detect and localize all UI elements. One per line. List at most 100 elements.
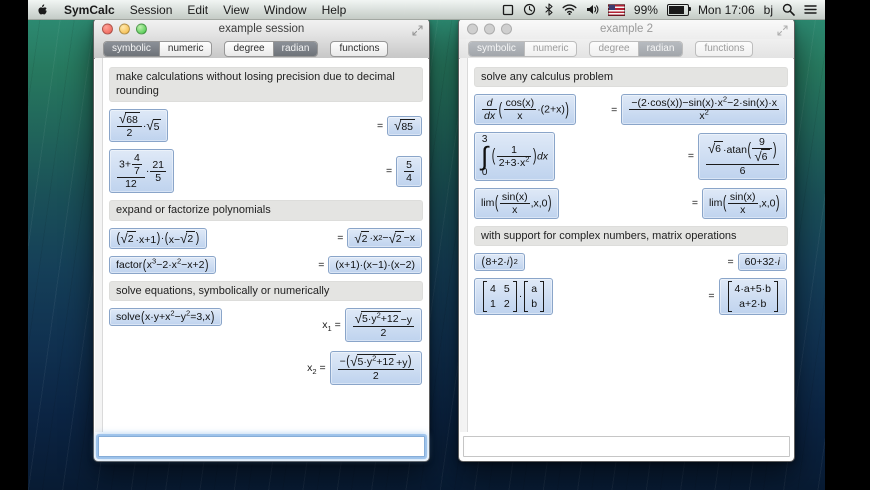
expression-result-box[interactable]: 60+32· i [737,252,787,271]
segment-symbolic[interactable]: symbolic [104,41,160,56]
functions-button-wrap: functions [330,40,389,57]
segment-numeric[interactable]: numeric [160,42,212,56]
menubar-clock[interactable]: Mon 17:06 [698,3,755,17]
window-example-session: example session symbolic numeric degree … [93,18,430,462]
segment-degree[interactable]: degree [590,41,639,56]
expression-row: (√ 2 ·x+1) ·(x− √ 2) = √ 2 ·x 2− √ 2 −x [109,227,423,249]
section-header: solve equations, symbolically or numeric… [109,280,423,301]
result: = lim(sin(x) x ,x,0) [691,187,787,219]
titlebar[interactable]: example 2 [459,19,794,39]
expression-input-box[interactable]: 3+ 4 7 12 · 21 5 [109,149,175,194]
menu-edit[interactable]: Edit [187,3,208,17]
functions-button[interactable]: functions [696,42,752,56]
results: = 60+32· i [727,252,787,271]
expression-result-box[interactable]: 4·a+5·b a+2·b [718,277,787,315]
wifi-icon[interactable] [562,4,577,15]
result-prefix: = [318,258,325,271]
close-button[interactable] [102,23,113,35]
volume-icon[interactable] [586,4,599,15]
fullscreen-icon[interactable] [777,23,788,41]
menu-help[interactable]: Help [322,3,347,17]
segment-numeric[interactable]: numeric [525,42,577,56]
zoom-button[interactable] [501,23,512,35]
expression-row: factor(x3−2·x2−x+2) = (x+1)·(x−1)·(x−2) [109,255,423,274]
results: = 4·a+5·b a+2·b [708,277,787,315]
menu-app-name[interactable]: SymCalc [64,3,115,17]
mode-segment: symbolic numeric [468,40,578,57]
result: = √ 6 ·atan(9 √ 6) 6 [687,132,787,180]
result-prefix: = [691,197,698,210]
result: x2 = −(√ 5·y2+12 +y) 2 [307,350,422,385]
expression-input-box[interactable]: (8+2·i) 2 [474,252,525,271]
minimize-button[interactable] [484,23,495,35]
result-prefix: = [727,255,734,268]
functions-button[interactable]: functions [331,42,387,56]
menu-session[interactable]: Session [130,3,173,17]
expression-result-box[interactable]: √ 6 ·atan(9 √ 6) 6 [697,132,787,180]
list-icon[interactable] [804,4,817,15]
shape-icon[interactable] [502,4,514,16]
menu-window[interactable]: Window [264,3,307,17]
time-machine-icon[interactable] [523,3,536,16]
expression-input-box[interactable]: lim(sin(x) x ,x,0) [474,187,560,219]
expression-input-box[interactable]: (√ 2 ·x+1) ·(x− √ 2) [109,227,207,249]
expression-row: lim(sin(x) x ,x,0) = lim(sin(x) x ,x,0) [474,187,788,219]
expression-input-box[interactable]: factor(x3−2·x2−x+2) [109,255,216,274]
result: x1 = √ 5·y2+12 −y 2 [322,307,422,342]
expression-row: 3+ 4 7 12 · 21 5 = 5 4 [109,149,423,194]
result-prefix: = [611,103,618,116]
expression-result-box[interactable]: lim(sin(x) x ,x,0) [701,187,787,219]
menu-view[interactable]: View [223,3,249,17]
expression-input[interactable] [98,436,425,457]
expression-result-box[interactable]: (x+1)·(x−1)·(x−2) [328,255,422,274]
battery-icon[interactable] [666,3,691,16]
expression-row: 4 5 1 2 · a b = 4·a+5·b a+2·b [474,277,788,315]
toolbar: symbolic numeric degree radian functions [459,39,794,59]
expression-row: 3 ∫ 0(1 2+3·x2) dx = √ 6 ·atan(9 √ 6) 6 [474,132,788,181]
expression-input-box[interactable]: 3 ∫ 0(1 2+3·x2) dx [474,132,556,181]
result: = 5 4 [386,155,422,187]
apple-menu-icon[interactable] [36,3,49,17]
result: = √ 85 [376,115,422,136]
segment-radian[interactable]: radian [273,41,318,56]
us-flag-icon[interactable] [607,3,625,16]
expression-input-box[interactable]: d dx(cos(x) x ·(2+x)) [474,94,577,126]
titlebar[interactable]: example session [94,19,429,39]
bluetooth-icon[interactable] [545,3,553,16]
expression-row: (8+2·i) 2 = 60+32· i [474,252,788,271]
close-button[interactable] [467,23,478,35]
window-title: example session [218,23,305,35]
expression-input-box[interactable]: solve(x·y+x2−y2=3,x) [109,307,222,326]
expression-result-box[interactable]: √ 2 ·x 2− √ 2 −x [347,228,422,249]
fullscreen-icon[interactable] [412,23,423,41]
results: = (x+1)·(x−1)·(x−2) [318,255,422,274]
results: = 5 4 [386,155,422,187]
expression-input-box[interactable]: √ 68 2 · √ 5 [109,108,169,143]
expression-result-box[interactable]: −(√ 5·y2+12 +y) 2 [329,350,422,385]
result: = −(2·cos(x))−sin(x)·x2−2·sin(x)·x x2 [611,94,787,126]
segment-degree[interactable]: degree [225,41,274,56]
expression-result-box[interactable]: √ 5·y2+12 −y 2 [344,307,422,342]
screen: SymCalc Session Edit View Window Help 99… [0,0,870,490]
menubar-left: SymCalc Session Edit View Window Help [36,0,346,19]
expression-result-box[interactable]: 54 [396,155,422,187]
expression-result-box[interactable]: −(2·cos(x))−sin(x)·x2−2·sin(x)·x x2 [621,94,787,126]
battery-percentage: 99% [633,2,658,17]
expression-input[interactable] [463,436,790,457]
expression-input-box[interactable]: 4 5 1 2 · a b [474,277,554,315]
result-prefix: = [687,150,694,163]
window-controls [102,23,147,35]
section-header: solve any calculus problem [474,67,788,88]
expression-result-box[interactable]: √ 85 [387,115,422,136]
expression-row: d dx(cos(x) x ·(2+x)) = −(2·cos(x))−sin(x)·x2… [474,94,788,126]
segment-radian[interactable]: radian [638,41,683,56]
menubar-user[interactable]: bj [764,3,773,17]
result-prefix: = [376,119,384,132]
minimize-button[interactable] [119,23,130,35]
segment-symbolic[interactable]: symbolic [469,41,525,56]
zoom-button[interactable] [136,23,147,35]
search-icon[interactable] [782,3,795,16]
menubar: SymCalc Session Edit View Window Help 99… [28,0,825,20]
result: = (x+1)·(x−1)·(x−2) [318,255,422,274]
toolbar: symbolic numeric degree radian functions [94,39,429,59]
